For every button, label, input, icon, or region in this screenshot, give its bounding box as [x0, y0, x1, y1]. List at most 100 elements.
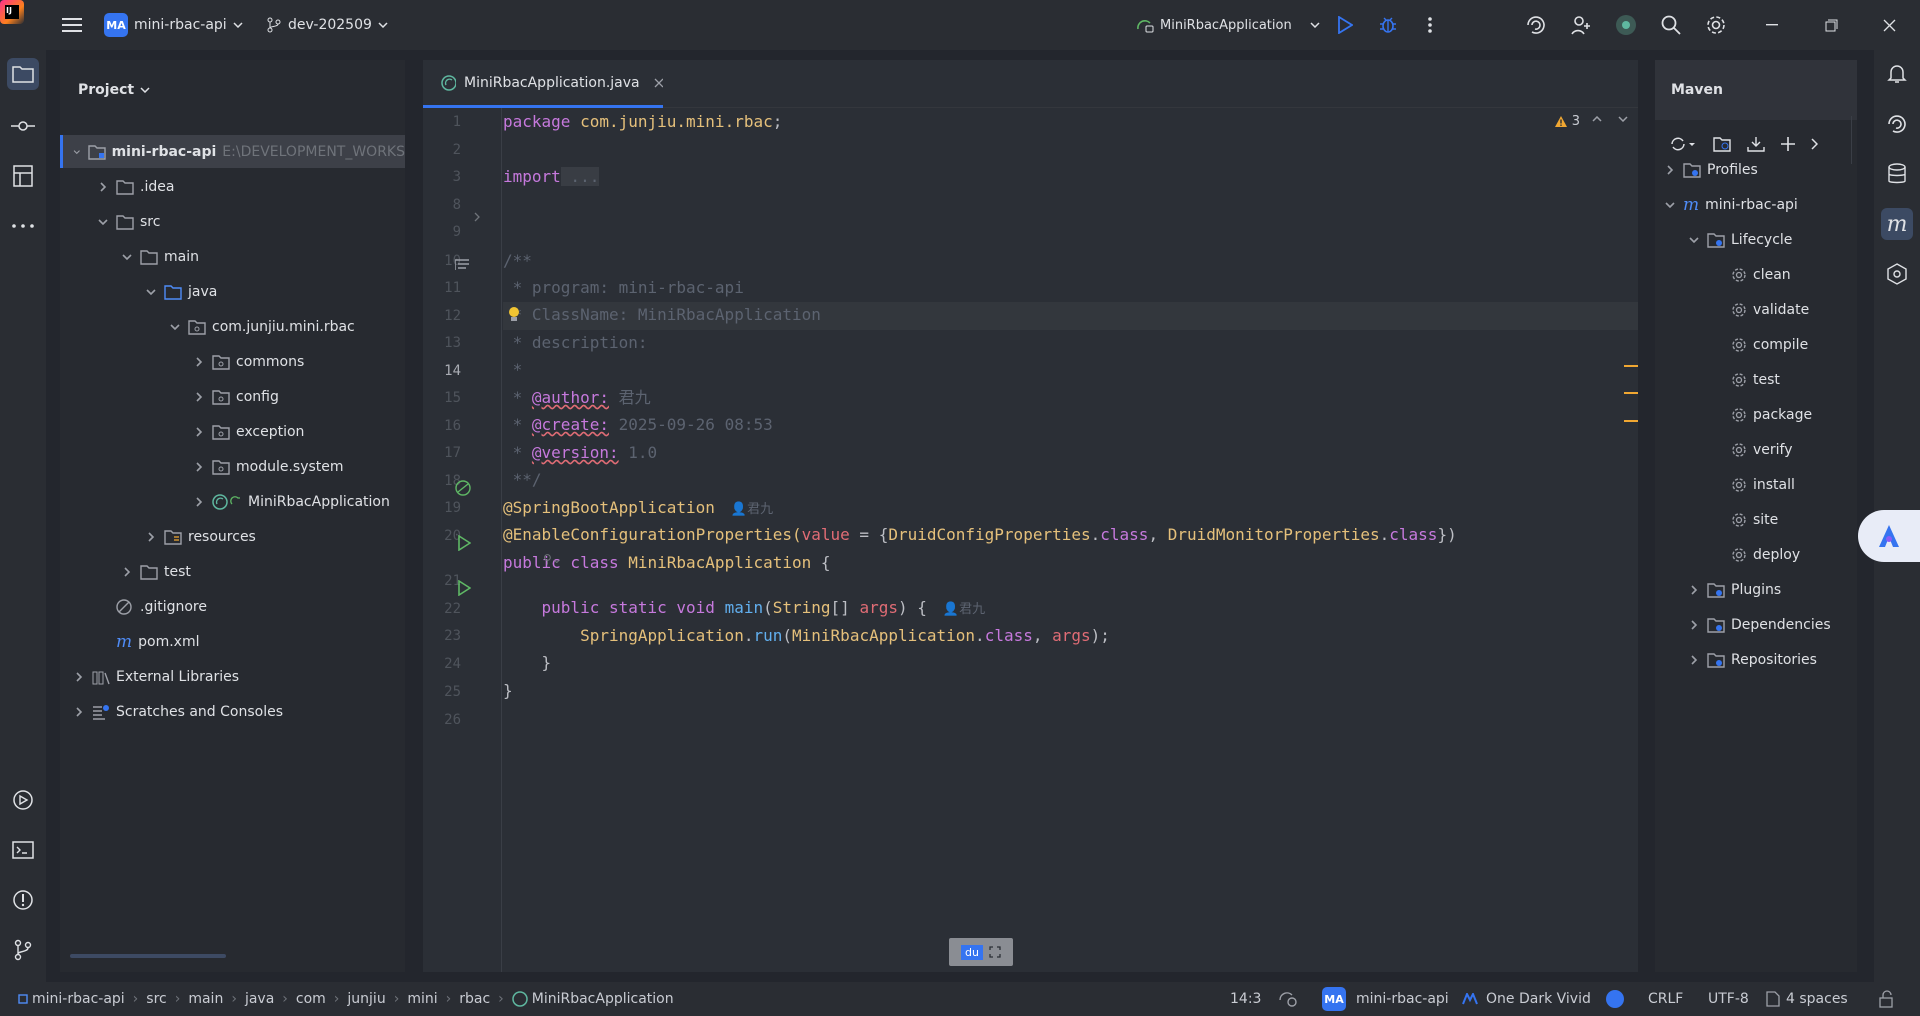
chevron-down-icon[interactable] — [120, 250, 134, 264]
close-window-icon[interactable] — [1873, 9, 1905, 41]
chevron-down-icon[interactable] — [1663, 198, 1677, 212]
tree-item[interactable]: m pom.xml — [60, 625, 405, 658]
tree-item[interactable]: main — [60, 240, 405, 273]
next-highlight-icon[interactable] — [1618, 116, 1628, 122]
services-tool-icon[interactable] — [7, 784, 39, 816]
tree-item[interactable]: mini-rbac-api E:\DEVELOPMENT_WORKS — [60, 135, 405, 168]
chevron-right-icon[interactable] — [144, 530, 158, 544]
add-maven-project-icon[interactable] — [1713, 136, 1731, 152]
maven-tree-item[interactable]: compile — [1711, 328, 1808, 361]
intellij-logo-icon[interactable]: IJ — [0, 0, 24, 24]
ai-chat-icon[interactable] — [1881, 108, 1913, 140]
warning-stripe-mark[interactable] — [1624, 392, 1638, 394]
chevron-down-icon[interactable] — [72, 145, 82, 159]
previous-highlight-icon[interactable] — [1592, 116, 1602, 122]
maven-tree-item[interactable]: Profiles — [1663, 153, 1758, 186]
chevron-right-icon[interactable] — [192, 460, 206, 474]
theme-switcher[interactable]: One Dark Vivid — [1462, 991, 1591, 1007]
chevron-right-icon[interactable] — [192, 390, 206, 404]
maven-tree-item[interactable]: deploy — [1711, 538, 1800, 571]
project-panel-header[interactable]: Project — [60, 60, 405, 120]
maven-tree-item[interactable]: verify — [1711, 433, 1793, 466]
chevron-right-icon[interactable] — [192, 495, 206, 509]
problems-tool-icon[interactable] — [7, 884, 39, 916]
maven-tree-item[interactable]: test — [1711, 363, 1780, 396]
search-icon[interactable] — [1655, 9, 1687, 41]
breadcrumb-item[interactable]: mini-rbac-api — [18, 991, 125, 1007]
tree-item[interactable]: External Libraries — [60, 660, 405, 693]
maven-tree-item[interactable]: install — [1711, 468, 1795, 501]
database-icon[interactable] — [1881, 158, 1913, 190]
minimize-window-icon[interactable] — [1756, 9, 1788, 41]
ai-assistant-icon[interactable] — [1520, 9, 1552, 41]
notifications-bell-icon[interactable] — [1881, 58, 1913, 90]
tree-item[interactable]: module.system — [60, 450, 405, 483]
main-menu-icon[interactable] — [56, 9, 88, 41]
maven-tree-item[interactable]: Plugins — [1687, 573, 1781, 606]
author-inlay-hint[interactable]: 👤君九 — [943, 602, 985, 617]
project-tool-icon[interactable] — [7, 58, 39, 90]
maven-tree-item[interactable]: Dependencies — [1687, 608, 1831, 641]
chevron-down-icon[interactable] — [168, 320, 182, 334]
maven-tree-item[interactable]: validate — [1711, 293, 1809, 326]
chevron-right-icon[interactable] — [1687, 618, 1701, 632]
inlay-dropdown-icon[interactable]: ⚲⌄ — [543, 552, 562, 566]
terminal-tool-icon[interactable] — [7, 834, 39, 866]
lock-icon[interactable] — [1878, 990, 1894, 1008]
plugin-tool-icon[interactable] — [1881, 258, 1913, 290]
chevron-right-icon[interactable] — [72, 670, 86, 684]
tree-item[interactable]: java — [60, 275, 405, 308]
tree-item[interactable]: MiniRbacApplication — [60, 485, 405, 518]
indent-setting[interactable]: 4 spaces — [1766, 991, 1848, 1007]
maven-tree-item[interactable]: clean — [1711, 258, 1791, 291]
chevron-down-icon[interactable] — [1687, 233, 1701, 247]
breadcrumb-item[interactable]: rbac — [459, 991, 490, 1007]
warning-stripe-mark[interactable] — [1624, 365, 1638, 367]
maven-tree-item[interactable]: site — [1711, 503, 1778, 536]
maven-tree-item[interactable]: m mini-rbac-api — [1663, 188, 1798, 221]
restore-window-icon[interactable] — [1815, 9, 1847, 41]
breadcrumb-item[interactable]: src — [146, 991, 166, 1007]
project-selector[interactable]: MA mini-rbac-api — [104, 0, 243, 50]
reader-mode-icon[interactable] — [455, 259, 469, 271]
breadcrumb-item[interactable]: mini — [407, 991, 437, 1007]
add-icon[interactable] — [1781, 137, 1795, 151]
chevron-right-icon[interactable] — [96, 180, 110, 194]
chevron-right-icon[interactable] — [1687, 653, 1701, 667]
spring-bean-gutter-icon[interactable] — [455, 480, 471, 496]
run-class-gutter-icon[interactable] — [457, 535, 471, 551]
reload-icon[interactable] — [1669, 135, 1697, 153]
more-tools-icon[interactable] — [7, 210, 39, 242]
chevron-right-icon[interactable] — [1663, 163, 1677, 177]
tree-item[interactable]: .idea — [60, 170, 405, 203]
commit-tool-icon[interactable] — [7, 110, 39, 142]
tree-item[interactable]: .gitignore — [60, 590, 405, 623]
maven-tool-icon[interactable]: m — [1881, 208, 1913, 240]
editor-tab-active[interactable]: MiniRbacApplication.java — [423, 60, 663, 108]
chevron-right-icon[interactable] — [120, 565, 134, 579]
project-status[interactable]: MA mini-rbac-api — [1322, 987, 1449, 1011]
horizontal-scrollbar[interactable] — [70, 954, 226, 958]
debug-button[interactable] — [1372, 9, 1404, 41]
download-icon[interactable] — [1747, 136, 1765, 152]
maven-tree-item[interactable]: Repositories — [1687, 643, 1817, 676]
close-tab-icon[interactable] — [654, 78, 663, 88]
breadcrumb-item[interactable]: junjiu — [347, 991, 385, 1007]
run-main-gutter-icon[interactable] — [457, 580, 471, 596]
floating-assistant-button[interactable] — [1858, 510, 1920, 562]
structure-tool-icon[interactable] — [7, 160, 39, 192]
maven-tree-item[interactable]: Lifecycle — [1687, 223, 1792, 256]
line-separator[interactable]: CRLF — [1648, 991, 1683, 1007]
more-actions-icon[interactable] — [1414, 9, 1446, 41]
breadcrumb-item[interactable]: MiniRbacApplication — [512, 991, 674, 1007]
tree-item[interactable]: com.junjiu.mini.rbac — [60, 310, 405, 343]
breadcrumb-item[interactable]: main — [188, 991, 223, 1007]
maven-tree-item[interactable]: package — [1711, 398, 1812, 431]
branch-selector[interactable]: dev-202509 — [266, 0, 388, 50]
chevron-right-icon[interactable] — [192, 355, 206, 369]
chevron-down-icon[interactable] — [96, 215, 110, 229]
lightbulb-icon[interactable] — [507, 306, 521, 324]
git-tool-icon[interactable] — [7, 934, 39, 966]
settings-gear-icon[interactable] — [1700, 9, 1732, 41]
tree-item[interactable]: config — [60, 380, 405, 413]
